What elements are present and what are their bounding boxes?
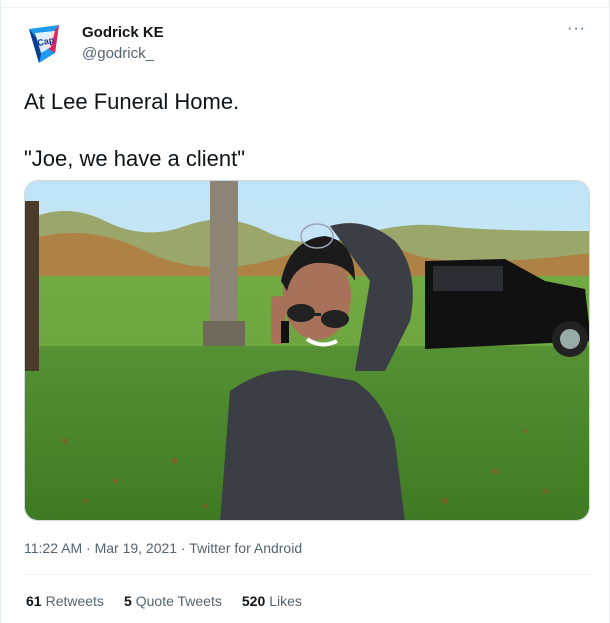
top-border bbox=[1, 0, 610, 8]
avatar-logo-icon: Cap bbox=[29, 25, 59, 63]
tweet-metadata: 11:22 AM · Mar 19, 2021 · Twitter for An… bbox=[24, 540, 302, 556]
likes-label: Likes bbox=[269, 593, 302, 609]
author-name[interactable]: Godrick KE bbox=[82, 24, 164, 41]
more-horizontal-icon: ··· bbox=[567, 20, 586, 37]
divider bbox=[24, 574, 590, 575]
likes-stat[interactable]: 520 Likes bbox=[242, 593, 302, 609]
retweets-label: Retweets bbox=[45, 593, 104, 609]
separator: · bbox=[177, 540, 190, 556]
retweets-stat[interactable]: 61 Retweets bbox=[26, 593, 104, 609]
separator: · bbox=[82, 540, 95, 556]
retweets-count: 61 bbox=[26, 593, 42, 609]
tweet-text-line-1: At Lee Funeral Home. bbox=[24, 89, 240, 114]
media-photo bbox=[25, 181, 589, 520]
quote-tweets-stat[interactable]: 5 Quote Tweets bbox=[124, 593, 222, 609]
tweet-source[interactable]: Twitter for Android bbox=[189, 540, 302, 556]
author-handle[interactable]: @godrick_ bbox=[82, 45, 154, 62]
quote-tweets-label: Quote Tweets bbox=[135, 593, 222, 609]
tweet-time[interactable]: 11:22 AM bbox=[24, 540, 82, 556]
tweet-media[interactable] bbox=[24, 180, 590, 521]
avatar[interactable]: Cap bbox=[25, 23, 65, 65]
tweet-card: Cap Godrick KE @godrick_ ··· At Lee Fune… bbox=[0, 0, 610, 623]
tweet-text-line-2: "Joe, we have a client" bbox=[24, 146, 246, 171]
likes-count: 520 bbox=[241, 593, 266, 609]
more-options-button[interactable]: ··· bbox=[567, 20, 586, 38]
quote-tweets-count: 5 bbox=[123, 593, 132, 609]
tweet-stats: 61 Retweets 5 Quote Tweets 520 Likes bbox=[26, 593, 302, 609]
tweet-date[interactable]: Mar 19, 2021 bbox=[95, 540, 178, 556]
